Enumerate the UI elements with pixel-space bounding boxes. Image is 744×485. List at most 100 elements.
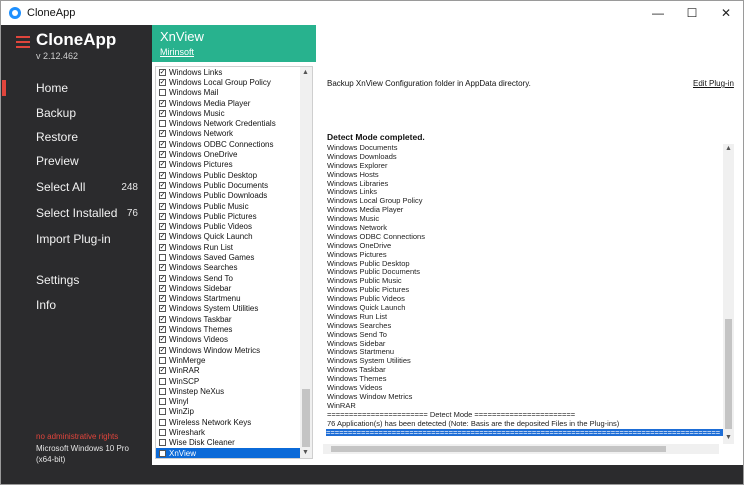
sidebar-item-settings[interactable]: Settings [1,269,152,291]
plugin-checkbox[interactable]: ✓ [159,336,166,344]
plugin-checkbox[interactable]: ✓ [159,367,166,375]
plugin-list-item[interactable]: WinMerge [156,355,312,365]
minimize-button[interactable]: — [641,1,675,25]
plugin-checkbox[interactable] [159,418,166,426]
plugin-list-item[interactable]: Wireshark [156,427,312,437]
plugin-list-scrollbar[interactable]: ▲ ▼ [300,67,312,458]
sidebar-item-select-installed[interactable]: Select Installed 76 [1,202,152,224]
sidebar-item-select-all[interactable]: Select All 248 [1,176,152,198]
sidebar-item-restore[interactable]: Restore [1,126,152,148]
plugin-checkbox[interactable]: ✓ [159,295,166,303]
plugin-list-item[interactable]: ✓ Windows Send To [156,273,312,283]
plugin-checkbox[interactable] [159,398,166,406]
scroll-down-icon[interactable]: ▼ [725,434,732,441]
plugin-checkbox[interactable]: ✓ [159,274,166,282]
plugin-list-item[interactable]: WinZip [156,407,312,417]
maximize-button[interactable]: ☐ [675,1,709,25]
plugin-list-item[interactable]: ✓ Windows Public Music [156,201,312,211]
plugin-list-item[interactable]: Windows Mail [156,88,312,98]
plugin-list-item[interactable]: ✓ Windows Quick Launch [156,232,312,242]
sidebar-item-info[interactable]: Info [1,294,152,316]
scrollbar-thumb[interactable] [331,446,666,452]
sidebar-item-backup[interactable]: Backup [1,102,152,124]
plugin-list-item[interactable]: ✓ Windows Sidebar [156,283,312,293]
plugin-checkbox[interactable]: ✓ [159,171,166,179]
sidebar-item-import-plugin[interactable]: Import Plug-in [1,228,152,250]
scrollbar-thumb[interactable] [302,389,310,447]
plugin-checkbox[interactable]: ✓ [159,140,166,148]
plugin-list-item[interactable]: ✓ Windows Public Videos [156,221,312,231]
plugin-checkbox[interactable]: ✓ [159,284,166,292]
plugin-checkbox[interactable]: ✓ [159,192,166,200]
plugin-checkbox[interactable]: ✓ [159,78,166,86]
plugin-list-item[interactable]: ✓ Windows Public Downloads [156,191,312,201]
edit-plugin-link[interactable]: Edit Plug-in [693,79,734,88]
plugin-checkbox[interactable]: ✓ [159,68,166,76]
plugin-list-item[interactable]: ✓ Windows Public Documents [156,180,312,190]
plugin-checkbox[interactable] [159,387,166,395]
plugin-list-item[interactable]: ✓ Windows Public Pictures [156,211,312,221]
sidebar-item-home[interactable]: Home [1,77,152,99]
plugin-list-item[interactable]: ✓ Windows Media Player [156,98,312,108]
plugin-list-item[interactable]: ✓ Windows Public Desktop [156,170,312,180]
plugin-list-item[interactable]: ✓ Windows OneDrive [156,149,312,159]
plugin-list-item[interactable]: Winyl [156,397,312,407]
plugin-list-item[interactable]: ✓ Windows Themes [156,324,312,334]
plugin-list-item[interactable]: ✓ Windows ODBC Connections [156,139,312,149]
plugin-list-item[interactable]: Wireless Network Keys [156,417,312,427]
plugin-list-item[interactable]: ✓ Windows Music [156,108,312,118]
plugin-list-item[interactable]: ✓ Windows Searches [156,263,312,273]
plugin-checkbox[interactable]: ✓ [159,233,166,241]
scroll-down-icon[interactable]: ▼ [302,449,309,456]
plugin-checkbox[interactable]: ✓ [159,99,166,107]
hamburger-icon[interactable] [16,36,30,48]
plugin-list-item[interactable]: ✓ Windows Startmenu [156,294,312,304]
plugin-checkbox[interactable]: ✓ [159,109,166,117]
plugin-list-item[interactable]: ✓ Windows Links [156,67,312,77]
plugin-list-item[interactable]: ✓ Windows Local Group Policy [156,77,312,87]
plugin-list-item[interactable]: Winstep NeXus [156,386,312,396]
plugin-checkbox[interactable]: ✓ [159,130,166,138]
plugin-checkbox[interactable]: ✓ [159,212,166,220]
plugin-checkbox[interactable]: ✓ [159,151,166,159]
plugin-checkbox[interactable]: ✓ [159,243,166,251]
plugin-checkbox[interactable] [159,120,166,128]
plugin-list-item[interactable]: ✓ WinRAR [156,366,312,376]
plugin-list-item[interactable]: ✓ Windows System Utilities [156,304,312,314]
plugin-checkbox[interactable] [159,439,166,447]
plugin-checkbox[interactable]: ✓ [159,202,166,210]
plugin-list-item[interactable]: ✓ Windows Window Metrics [156,345,312,355]
plugin-checkbox[interactable]: ✓ [159,264,166,272]
plugin-author-link[interactable]: Mirinsoft [160,47,194,57]
plugin-list-item[interactable]: ✓ Windows Network [156,129,312,139]
plugin-list-item[interactable]: ✓ Windows Run List [156,242,312,252]
log-vertical-scrollbar[interactable]: ▲ ▼ [723,144,734,444]
plugin-list-item[interactable]: Wise Disk Cleaner [156,438,312,448]
scroll-up-icon[interactable]: ▲ [725,145,732,152]
plugin-list-item[interactable]: Windows Saved Games [156,252,312,262]
plugin-checkbox[interactable]: ✓ [159,181,166,189]
log-horizontal-scrollbar[interactable] [323,444,719,454]
plugin-checkbox[interactable]: ✓ [159,305,166,313]
sidebar-item-preview[interactable]: Preview [1,150,152,172]
plugin-checkbox[interactable] [159,356,166,364]
plugin-checkbox[interactable] [159,89,166,97]
plugin-checkbox[interactable]: ✓ [159,326,166,334]
plugin-checkbox[interactable] [159,449,166,457]
plugin-checkbox[interactable]: ✓ [159,315,166,323]
close-button[interactable]: ✕ [709,1,743,25]
plugin-checkbox[interactable] [159,377,166,385]
scroll-up-icon[interactable]: ▲ [302,69,309,76]
plugin-list-item[interactable]: ✓ Windows Taskbar [156,314,312,324]
plugin-checkbox[interactable]: ✓ [159,161,166,169]
plugin-checkbox[interactable] [159,253,166,261]
plugin-list-item[interactable]: ✓ Windows Pictures [156,160,312,170]
plugin-list-item[interactable]: XnView [156,447,300,458]
plugin-list-item[interactable]: Windows Network Credentials [156,118,312,128]
scrollbar-thumb[interactable] [725,319,732,429]
plugin-list-item[interactable]: ✓ Windows Videos [156,335,312,345]
plugin-checkbox[interactable] [159,408,166,416]
plugin-checkbox[interactable]: ✓ [159,223,166,231]
plugin-checkbox[interactable]: ✓ [159,346,166,354]
plugin-list-item[interactable]: WinSCP [156,376,312,386]
